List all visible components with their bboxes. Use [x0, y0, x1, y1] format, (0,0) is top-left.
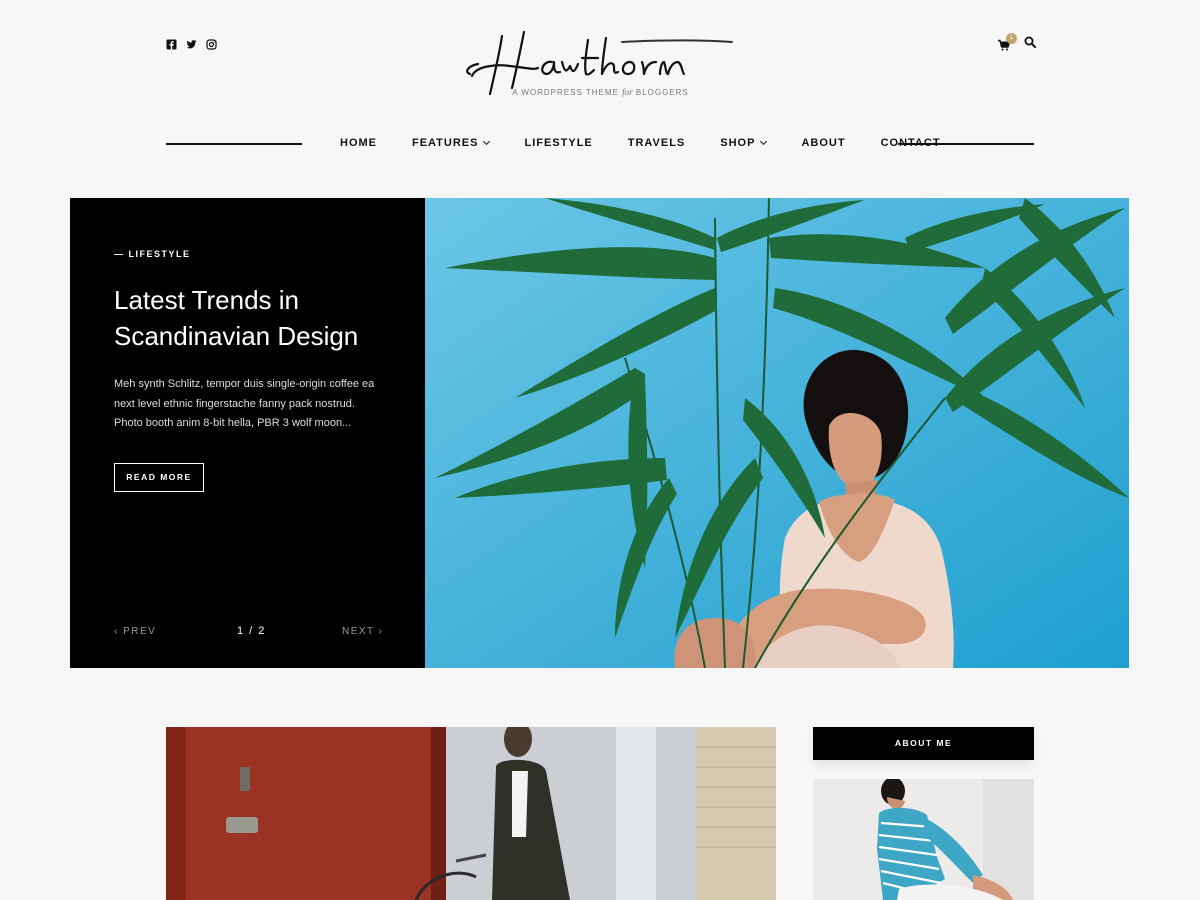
nav-item-home[interactable]: HOME	[340, 137, 377, 149]
slider-page-indicator: 1 / 2	[237, 625, 266, 637]
hero-title[interactable]: Latest Trends in Scandinavian Design	[114, 282, 384, 354]
chevron-down-icon	[483, 137, 491, 146]
hero-slide-panel: — LIFESTYLE Latest Trends in Scandinavia…	[70, 198, 425, 668]
nav-item-shop[interactable]: SHOP	[720, 137, 768, 149]
site-tagline: A WORDPRESS THEME for BLOGGERS	[512, 87, 689, 97]
instagram-icon[interactable]	[206, 37, 217, 50]
chevron-down-icon	[760, 137, 768, 146]
slider-next-button[interactable]: NEXT ›	[342, 626, 384, 637]
nav-item-travels[interactable]: TRAVELS	[628, 137, 686, 149]
nav-divider-left	[166, 143, 302, 145]
read-more-button[interactable]: READ MORE	[114, 463, 204, 492]
about-me-widget-title: ABOUT ME	[813, 727, 1034, 760]
hero-category[interactable]: — LIFESTYLE	[114, 249, 191, 259]
nav-item-lifestyle[interactable]: LIFESTYLE	[524, 137, 592, 149]
hero-image[interactable]	[425, 198, 1129, 668]
twitter-icon[interactable]	[186, 37, 197, 49]
hero-excerpt: Meh synth Schlitz, tempor duis single-or…	[114, 378, 375, 429]
slider-prev-button[interactable]: ‹ PREV	[114, 626, 156, 637]
cart-icon[interactable]: 1	[998, 33, 1017, 51]
social-links	[166, 37, 217, 50]
cart-count-badge: 1	[1006, 33, 1017, 44]
main-navigation: HOME FEATURES LIFESTYLE TRAVELS SHOP ABO…	[340, 137, 941, 149]
nav-item-features[interactable]: FEATURES	[412, 137, 491, 149]
header-tools: 1	[998, 33, 1036, 53]
nav-item-about[interactable]: ABOUT	[801, 137, 845, 149]
featured-post-image[interactable]	[166, 727, 776, 900]
facebook-icon[interactable]	[166, 37, 177, 50]
search-icon[interactable]	[1024, 35, 1036, 53]
about-me-image[interactable]	[813, 779, 1034, 900]
nav-item-contact[interactable]: CONTACT	[881, 137, 941, 149]
